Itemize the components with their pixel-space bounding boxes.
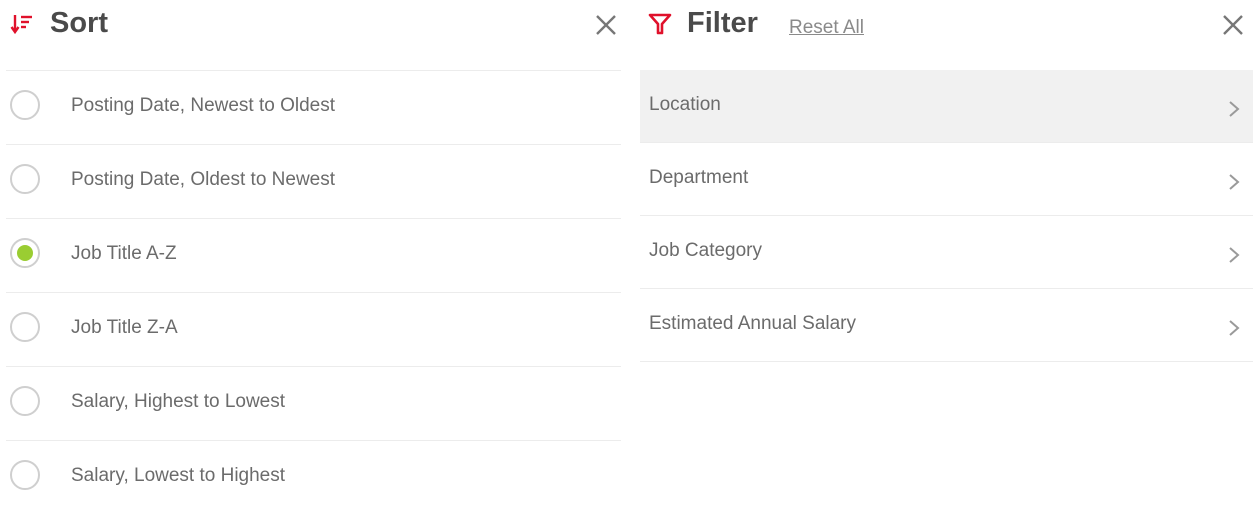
sort-option[interactable]: Job Title A-Z <box>6 219 621 293</box>
sort-option[interactable]: Salary, Lowest to Highest <box>6 441 621 514</box>
sort-option-label: Job Title A-Z <box>71 243 177 264</box>
sort-descending-icon <box>10 15 32 35</box>
sort-option[interactable]: Salary, Highest to Lowest <box>6 367 621 441</box>
sort-option-label: Posting Date, Oldest to Newest <box>71 169 336 190</box>
filter-item-department[interactable]: Department <box>640 143 1253 216</box>
filter-item-label: Location <box>649 94 721 115</box>
reset-all-link[interactable]: Reset All <box>789 17 864 39</box>
sort-option[interactable]: Job Title Z-A <box>6 293 621 367</box>
filter-item-label: Estimated Annual Salary <box>649 313 857 334</box>
sort-option[interactable]: Posting Date, Oldest to Newest <box>6 145 621 219</box>
sort-options-list: Posting Date, Newest to Oldest Posting D… <box>6 71 621 514</box>
chevron-right-icon <box>1229 247 1240 263</box>
radio-button[interactable] <box>10 90 40 120</box>
sort-option[interactable]: Posting Date, Newest to Oldest <box>6 71 621 145</box>
sort-option-label: Salary, Highest to Lowest <box>71 391 286 412</box>
sort-header: Sort <box>6 0 621 71</box>
close-filter-button[interactable] <box>1220 12 1246 38</box>
radio-button[interactable] <box>10 312 40 342</box>
funnel-icon <box>648 13 672 35</box>
sort-option-label: Posting Date, Newest to Oldest <box>71 95 336 116</box>
filter-item-estimated-annual-salary[interactable]: Estimated Annual Salary <box>640 289 1253 362</box>
chevron-right-icon <box>1229 320 1240 336</box>
sort-option-label: Job Title Z-A <box>71 317 178 338</box>
sort-title: Sort <box>50 7 108 39</box>
filter-item-label: Department <box>649 167 749 188</box>
radio-button[interactable] <box>10 460 40 490</box>
filter-item-label: Job Category <box>649 240 763 261</box>
radio-button[interactable] <box>10 238 40 268</box>
filter-panel: Filter Reset All Location Department Job… <box>640 0 1253 362</box>
filter-item-location[interactable]: Location <box>640 70 1253 143</box>
chevron-right-icon <box>1229 101 1240 117</box>
sort-option-label: Salary, Lowest to Highest <box>71 465 286 486</box>
radio-button[interactable] <box>10 164 40 194</box>
sort-panel: Sort Posting Date, Newest to Oldest Post… <box>6 0 621 514</box>
filter-item-job-category[interactable]: Job Category <box>640 216 1253 289</box>
radio-button[interactable] <box>10 386 40 416</box>
filter-title: Filter <box>687 7 758 39</box>
chevron-right-icon <box>1229 174 1240 190</box>
close-sort-button[interactable] <box>593 12 619 38</box>
filter-header: Filter Reset All <box>640 0 1253 71</box>
filter-categories-list: Location Department Job Category Estimat… <box>640 70 1253 362</box>
